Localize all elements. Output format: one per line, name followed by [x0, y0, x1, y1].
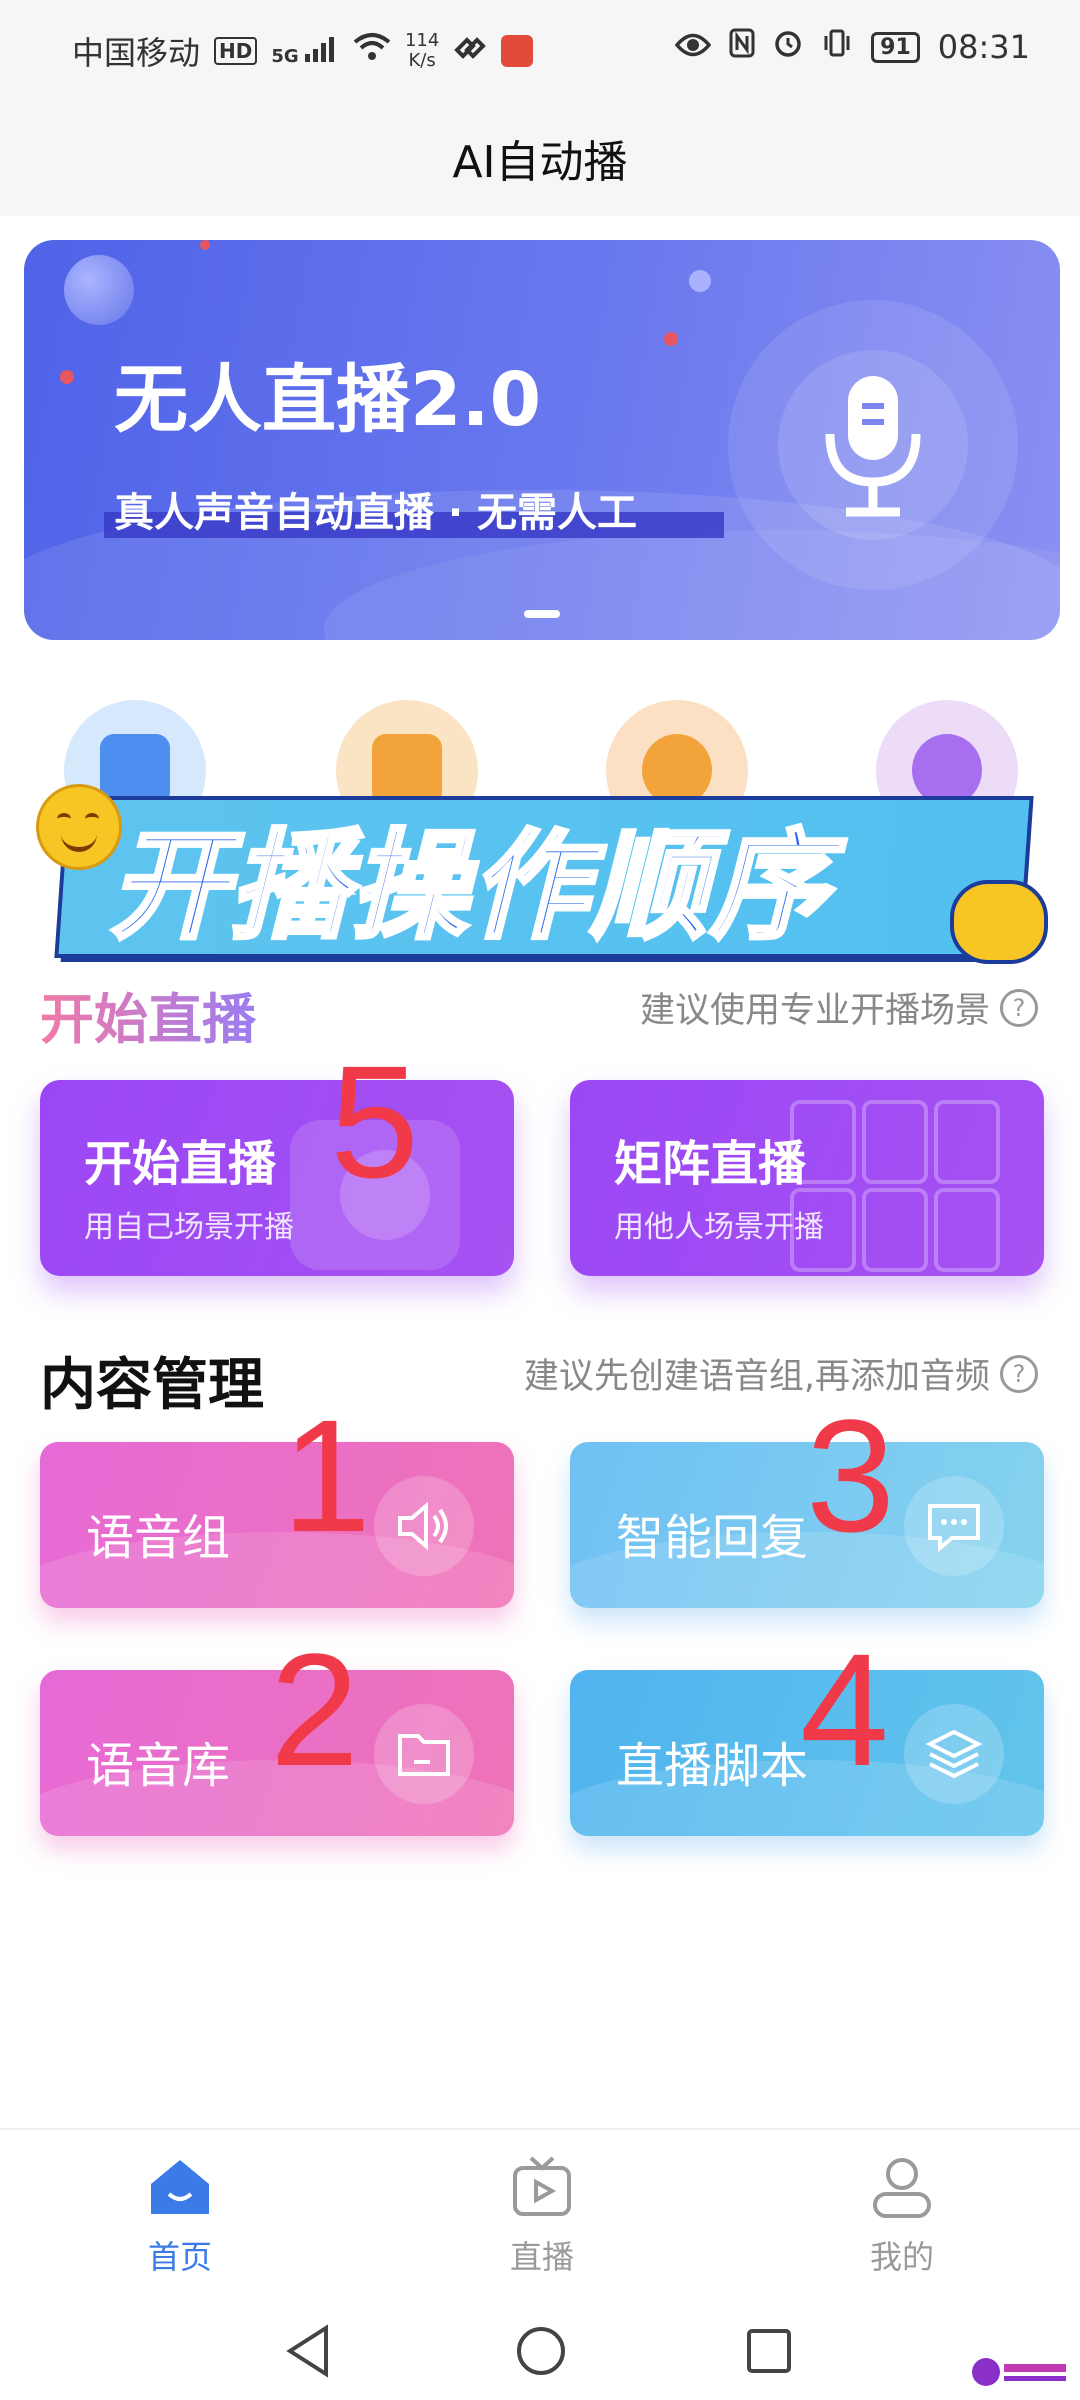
- live-script-label: 直播脚本: [616, 1738, 809, 1794]
- alarm-icon: [773, 28, 803, 66]
- clock: 08:31: [937, 28, 1030, 66]
- banner-subtitle: 真人声音自动直播 · 无需人工: [114, 490, 638, 536]
- content-section-hint[interactable]: 建议先创建语音组,再添加音频 ?: [524, 1348, 1038, 1399]
- system-nav-bar: [0, 2300, 1080, 2400]
- tv-play-icon: [513, 2156, 571, 2216]
- nav-item-home[interactable]: 首页: [80, 2154, 280, 2278]
- phone-decoration-icon: [862, 1100, 928, 1184]
- hd-badge: HD: [214, 37, 258, 65]
- vibrate-icon: [821, 28, 853, 66]
- question-icon: ?: [1000, 1354, 1038, 1393]
- title-bar: AI自动播: [0, 100, 1080, 216]
- voice-group-button[interactable]: 语音组: [40, 1442, 514, 1608]
- status-right: 91 08:31: [674, 28, 1030, 66]
- content-hint-text: 建议先创建语音组,再添加音频: [523, 1357, 990, 1397]
- battery-indicator: 91: [871, 31, 920, 63]
- recents-icon[interactable]: [744, 2326, 794, 2376]
- carrier-label: 中国移动: [72, 34, 201, 72]
- step-number: 4: [800, 1620, 889, 1799]
- back-icon[interactable]: [284, 2324, 334, 2378]
- smart-reply-label: 智能回复: [616, 1510, 809, 1566]
- home-circle-icon[interactable]: [514, 2324, 568, 2378]
- carousel-indicator[interactable]: [524, 610, 560, 618]
- return-arrow-icon: [950, 880, 1048, 964]
- step-number: 2: [270, 1620, 359, 1799]
- banner-dot-red: [200, 240, 210, 250]
- phone-decoration-icon: [934, 1188, 1000, 1272]
- chat-icon: [904, 1476, 1004, 1576]
- start-live-title: 开始直播: [84, 1136, 277, 1192]
- phone-decoration-icon: [934, 1100, 1000, 1184]
- folder-icon: [374, 1704, 474, 1804]
- content-section-title: 内容管理: [40, 1353, 264, 1418]
- user-icon: [873, 2158, 931, 2218]
- eye-icon: [674, 28, 712, 66]
- step-number: 3: [806, 1386, 895, 1565]
- start-live-subtitle: 用自己场景开播: [84, 1210, 294, 1245]
- question-icon: ?: [1000, 988, 1038, 1027]
- nav-label-live: 直播: [509, 2238, 574, 2276]
- speaker-icon: [374, 1476, 474, 1576]
- bottom-nav: 首页 直播 我的: [0, 2128, 1080, 2300]
- page-title: AI自动播: [452, 137, 628, 188]
- promo-banner[interactable]: 无人直播2.0 真人声音自动直播 · 无需人工: [24, 240, 1060, 640]
- start-section-hint[interactable]: 建议使用专业开播场景 ?: [640, 982, 1038, 1033]
- start-section-title: 开始直播: [40, 975, 256, 1054]
- signal-label: 5G: [271, 45, 299, 67]
- nav-item-me[interactable]: 我的: [802, 2154, 1002, 2278]
- layers-icon: [904, 1704, 1004, 1804]
- banner-headline: 无人直播2.0: [114, 357, 542, 443]
- nav-label-home: 首页: [147, 2238, 212, 2276]
- nfc-icon: [729, 28, 755, 66]
- app-notification-icon: [501, 35, 534, 67]
- nav-item-live[interactable]: 直播: [442, 2154, 642, 2278]
- matrix-live-title: 矩阵直播: [614, 1136, 807, 1192]
- start-live-button[interactable]: 开始直播 用自己场景开播: [40, 1080, 514, 1276]
- start-hint-text: 建议使用专业开播场景: [639, 991, 990, 1031]
- wifi-icon: [353, 32, 391, 70]
- voice-group-label: 语音组: [86, 1510, 231, 1566]
- matrix-live-button[interactable]: 矩阵直播 用他人场景开播: [570, 1080, 1044, 1276]
- speed-value: 114: [404, 30, 440, 51]
- banner-bubble-small: [689, 270, 711, 292]
- voice-library-label: 语音库: [86, 1738, 231, 1794]
- nav-label-me: 我的: [869, 2238, 934, 2276]
- sticker-title: 开播操作顺序: [108, 815, 831, 957]
- banner-dot-red: [664, 332, 678, 346]
- network-speed: 114 K/s: [405, 31, 439, 71]
- link-icon: [453, 32, 487, 70]
- microphone-icon: [818, 370, 928, 524]
- speed-unit: K/s: [408, 50, 436, 71]
- step-number: 1: [282, 1386, 371, 1565]
- banner-bubble: [64, 255, 134, 325]
- step-number: 5: [330, 1032, 419, 1211]
- home-icon: [151, 2160, 209, 2214]
- smiley-emoji-icon: [36, 784, 122, 870]
- watermark-logo: [970, 2352, 1070, 2392]
- banner-dot-red: [60, 370, 74, 384]
- status-left: 中国移动 HD 5G 114 K/s: [72, 28, 534, 74]
- phone-decoration-icon: [862, 1188, 928, 1272]
- signal-icon: 5G: [271, 36, 339, 67]
- matrix-live-subtitle: 用他人场景开播: [614, 1210, 824, 1245]
